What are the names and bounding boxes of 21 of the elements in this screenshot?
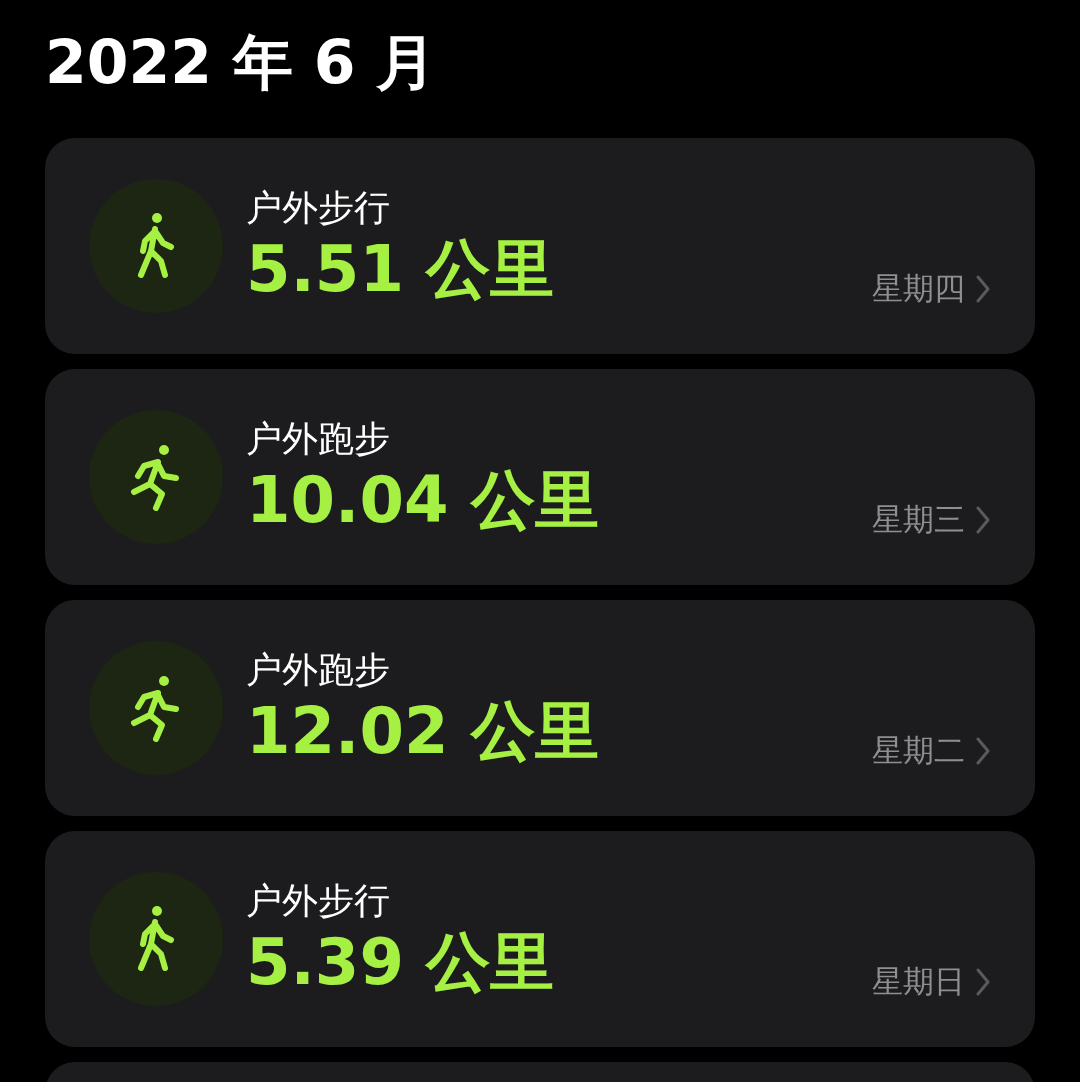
chevron-right-icon	[975, 736, 991, 766]
workout-card[interactable]: 户外跑步 12.02 公里 星期二	[45, 600, 1035, 816]
chevron-right-icon	[975, 274, 991, 304]
activity-name: 户外步行	[246, 186, 390, 230]
activity-name: 户外跑步	[246, 648, 390, 692]
workout-card[interactable]: 户外步行 5.51 公里 星期四	[45, 138, 1035, 354]
workout-card[interactable]: 户外跑步 10.04 公里 星期三	[45, 369, 1035, 585]
weekday-label: 星期二	[872, 731, 965, 770]
activity-name: 户外步行	[246, 879, 390, 923]
distance-value: 10.04 公里	[246, 462, 599, 538]
workout-card[interactable]: 户外步行 5.39 公里 星期日	[45, 831, 1035, 1047]
chevron-right-icon	[975, 967, 991, 997]
distance-value: 12.02 公里	[246, 693, 599, 769]
weekday-label: 星期三	[872, 500, 965, 539]
distance-value: 5.51 公里	[246, 231, 555, 307]
distance-value: 5.39 公里	[246, 924, 555, 1000]
month-title: 2022 年 6 月	[45, 26, 437, 99]
chevron-right-icon	[975, 505, 991, 535]
weekday-label: 星期四	[872, 269, 965, 308]
weekday-label: 星期日	[872, 962, 965, 1001]
activity-name: 户外跑步	[246, 417, 390, 461]
